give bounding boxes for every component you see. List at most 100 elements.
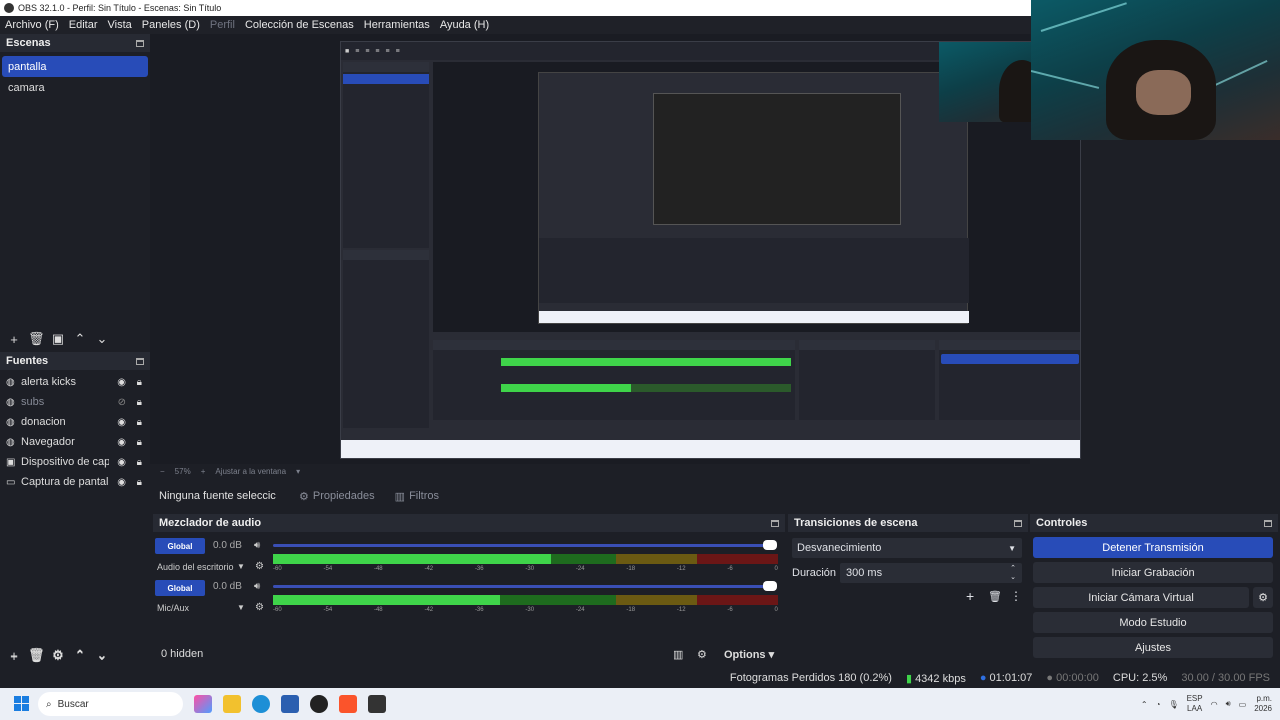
eye-icon[interactable]: ◉: [117, 457, 126, 468]
eye-slash-icon[interactable]: ⊘: [118, 397, 126, 408]
taskbar-search[interactable]: ⌕ Buscar: [38, 692, 183, 716]
gear-icon[interactable]: ⚙: [697, 648, 707, 661]
global-button[interactable]: Global: [155, 538, 205, 554]
undock-icon[interactable]: [1264, 519, 1272, 527]
copilot-icon[interactable]: [194, 695, 212, 713]
clock[interactable]: p.m. 2026: [1254, 694, 1272, 714]
settings-button[interactable]: Ajustes: [1033, 637, 1273, 658]
menu-ayuda[interactable]: Ayuda (H): [440, 19, 489, 31]
volume-slider[interactable]: [273, 540, 777, 550]
add-transition-button[interactable]: +: [966, 588, 974, 604]
battery-icon[interactable]: ▭: [1239, 700, 1247, 709]
undock-icon[interactable]: [771, 519, 779, 527]
move-up-button[interactable]: ⌃: [72, 647, 88, 663]
preview-canvas[interactable]: ■ ≡ ≡ ≡ ≡ ≡: [340, 41, 1081, 459]
network-icon[interactable]: ◔: [1156, 700, 1161, 709]
remove-scene-button[interactable]: 🗑: [28, 331, 45, 347]
gear-icon[interactable]: ⚙: [50, 647, 66, 663]
global-button[interactable]: Global: [155, 580, 205, 596]
speaker-icon[interactable]: 🔊︎: [254, 581, 260, 592]
fit-window-label[interactable]: Ajustar a la ventana: [215, 467, 286, 476]
move-up-button[interactable]: ⌃: [72, 331, 88, 347]
scene-item-pantalla[interactable]: pantalla: [2, 56, 148, 77]
mic-icon[interactable]: 🎙︎: [1168, 700, 1178, 709]
undock-icon[interactable]: [136, 357, 144, 365]
undock-icon[interactable]: [136, 39, 144, 47]
wifi-icon[interactable]: ◠: [1211, 700, 1218, 709]
volume-icon[interactable]: 🔊︎: [1226, 699, 1231, 709]
source-item[interactable]: ▭ Captura de pantalla ◉ 🔒︎: [0, 472, 150, 492]
lock-icon[interactable]: 🔒︎: [137, 477, 142, 488]
scene-item-camara[interactable]: camara: [2, 77, 148, 98]
windows-start-icon[interactable]: [14, 696, 29, 711]
source-item[interactable]: ◍ donacion ◉ 🔒︎: [0, 412, 150, 432]
menu-herramientas[interactable]: Herramientas: [364, 19, 430, 31]
folder-icon[interactable]: [223, 695, 241, 713]
obs-taskbar-icon[interactable]: [310, 695, 328, 713]
channel-name: Mic/Aux: [157, 603, 190, 613]
source-item[interactable]: ▣ Dispositivo de capt ◉ 🔒︎: [0, 452, 150, 472]
duration-value: 300 ms: [846, 567, 883, 579]
add-scene-button[interactable]: +: [6, 332, 22, 347]
capcut-icon[interactable]: [368, 695, 386, 713]
chevron-down-icon: ▼: [1008, 543, 1016, 553]
scene-filters-button[interactable]: ▣: [50, 331, 66, 347]
preview-area[interactable]: ■ ≡ ≡ ≡ ≡ ≡: [150, 34, 1081, 464]
virtual-camera-settings-icon[interactable]: ⚙: [1253, 587, 1273, 608]
move-down-button[interactable]: ⌄: [94, 331, 110, 347]
zoom-in-button[interactable]: +: [201, 467, 206, 476]
duration-spinbox[interactable]: 300 ms ⌃ ⌄: [840, 563, 1022, 583]
eye-icon[interactable]: ◉: [117, 417, 126, 428]
add-button[interactable]: +: [6, 648, 22, 663]
chevron-up-icon[interactable]: ⌃: [1141, 700, 1148, 709]
stop-stream-button[interactable]: Detener Transmisión: [1033, 537, 1273, 558]
more-options-icon[interactable]: ⋮: [1010, 589, 1022, 603]
transition-select[interactable]: Desvanecimiento ▼: [792, 538, 1022, 558]
eye-icon[interactable]: ◉: [117, 437, 126, 448]
source-item[interactable]: ◍ Navegador ◉ 🔒︎: [0, 432, 150, 452]
slider-knob[interactable]: [763, 540, 777, 550]
zoom-out-button[interactable]: −: [160, 467, 165, 476]
menu-perfil[interactable]: Perfil: [210, 19, 235, 31]
lock-icon[interactable]: 🔒︎: [137, 437, 142, 448]
undock-icon[interactable]: [1014, 519, 1022, 527]
menu-vista[interactable]: Vista: [108, 19, 132, 31]
lock-icon[interactable]: 🔒︎: [137, 457, 142, 468]
chevron-down-icon[interactable]: ▼: [237, 562, 245, 571]
lang-code: ESP: [1186, 694, 1203, 703]
chevron-down-icon[interactable]: ▼: [237, 603, 245, 612]
move-down-button[interactable]: ⌄: [94, 647, 110, 663]
store-icon[interactable]: [281, 695, 299, 713]
channel-settings-icon[interactable]: ⚙: [255, 602, 264, 613]
source-item[interactable]: ◍ alerta kicks ◉ 🔒︎: [0, 372, 150, 392]
lock-icon[interactable]: 🔒︎: [137, 417, 142, 428]
remove-transition-button[interactable]: 🗑: [988, 590, 1002, 603]
spinner-arrows-icon[interactable]: ⌃ ⌄: [1010, 564, 1016, 582]
chevron-down-icon[interactable]: ▾: [296, 467, 300, 476]
filters-button[interactable]: ▥ Filtros: [395, 490, 439, 503]
eye-icon[interactable]: ◉: [117, 377, 126, 388]
source-item[interactable]: ◍ subs ⊘ 🔒︎: [0, 392, 150, 412]
layout-icon[interactable]: ▥: [673, 648, 683, 661]
lock-icon[interactable]: 🔒︎: [137, 397, 142, 408]
menu-coleccion[interactable]: Colección de Escenas: [245, 19, 354, 31]
menu-editar[interactable]: Editar: [69, 19, 98, 31]
remove-button[interactable]: 🗑: [28, 647, 45, 663]
volume-slider[interactable]: [273, 581, 777, 591]
eye-icon[interactable]: ◉: [117, 477, 126, 488]
scale-tick: -42: [424, 607, 434, 613]
menu-paneles[interactable]: Paneles (D): [142, 19, 200, 31]
virtual-camera-button[interactable]: Iniciar Cámara Virtual: [1033, 587, 1249, 608]
channel-settings-icon[interactable]: ⚙: [255, 561, 264, 572]
properties-button[interactable]: ⚙ Propiedades: [299, 490, 375, 503]
options-button[interactable]: Options ▾: [724, 648, 774, 661]
menu-archivo[interactable]: Archivo (F): [5, 19, 59, 31]
lock-icon[interactable]: 🔒︎: [137, 377, 142, 388]
language-indicator[interactable]: ESP LAA: [1187, 694, 1203, 714]
speaker-icon[interactable]: 🔊︎: [254, 540, 260, 551]
studio-mode-button[interactable]: Modo Estudio: [1033, 612, 1273, 633]
slider-knob[interactable]: [763, 581, 777, 591]
start-recording-button[interactable]: Iniciar Grabación: [1033, 562, 1273, 583]
edge-icon[interactable]: [252, 695, 270, 713]
brave-icon[interactable]: [339, 695, 357, 713]
